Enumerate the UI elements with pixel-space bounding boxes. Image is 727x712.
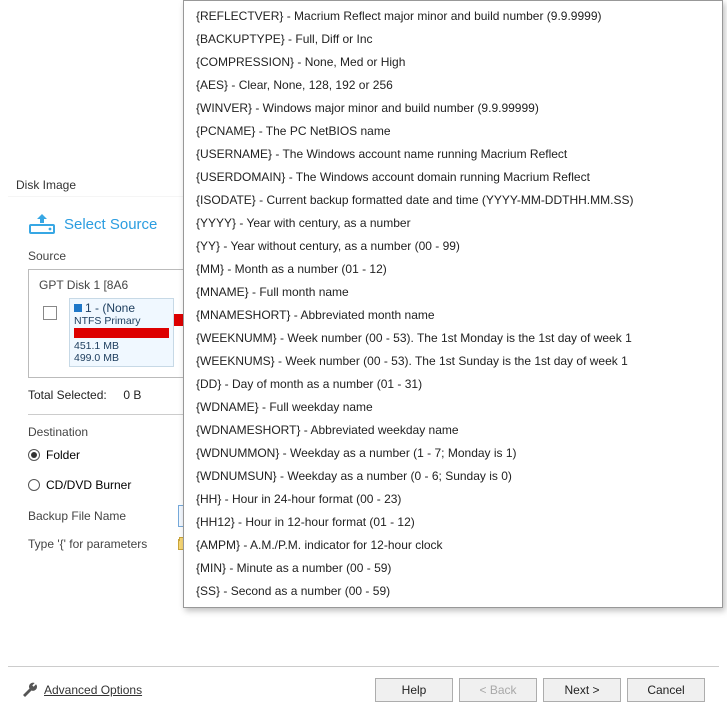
token-option[interactable]: {USERNAME} - The Windows account name ru… <box>184 143 722 166</box>
token-option[interactable]: {HH12} - Hour in 12-hour format (01 - 12… <box>184 511 722 534</box>
token-option[interactable]: {ISODATE} - Current backup formatted dat… <box>184 189 722 212</box>
partition-usage-bar <box>74 328 169 338</box>
advanced-options-link[interactable]: Advanced Options <box>44 683 142 697</box>
drive-arrow-icon <box>28 213 56 235</box>
params-hint: Type '{' for parameters <box>28 537 178 551</box>
token-option[interactable]: {SS} - Second as a number (00 - 59) <box>184 580 722 603</box>
partition-tile[interactable]: 1 - (None NTFS Primary 451.1 MB 499.0 MB <box>69 298 174 367</box>
token-option[interactable]: {HH} - Hour in 24-hour format (00 - 23) <box>184 488 722 511</box>
token-option[interactable]: {YYYY} - Year with century, as a number <box>184 212 722 235</box>
dialog-footer: Advanced Options Help < Back Next > Canc… <box>8 666 719 712</box>
token-option[interactable]: {WDNUMMON} - Weekday as a number (1 - 7;… <box>184 442 722 465</box>
token-option[interactable]: {BACKUPTYPE} - Full, Diff or Inc <box>184 28 722 51</box>
token-option[interactable]: {YY} - Year without century, as a number… <box>184 235 722 258</box>
filename-label: Backup File Name <box>28 509 178 523</box>
radio-selected-icon <box>28 449 40 461</box>
partition-fs: NTFS Primary <box>74 315 169 327</box>
token-option[interactable]: {PCNAME} - The PC NetBIOS name <box>184 120 722 143</box>
burner-radio-label: CD/DVD Burner <box>46 478 131 492</box>
token-option[interactable]: {DD} - Day of month as a number (01 - 31… <box>184 373 722 396</box>
token-option[interactable]: {MNAMESHORT} - Abbreviated month name <box>184 304 722 327</box>
token-option[interactable]: {AMPM} - A.M./P.M. indicator for 12-hour… <box>184 534 722 557</box>
token-option[interactable]: {WINVER} - Windows major minor and build… <box>184 97 722 120</box>
token-option[interactable]: {AES} - Clear, None, 128, 192 or 256 <box>184 74 722 97</box>
help-button[interactable]: Help <box>375 678 453 702</box>
token-option[interactable]: {MM} - Month as a number (01 - 12) <box>184 258 722 281</box>
total-selected-value: 0 B <box>123 388 141 402</box>
token-option[interactable]: {WDNAMESHORT} - Abbreviated weekday name <box>184 419 722 442</box>
partition-title: 1 - (None <box>85 301 135 315</box>
token-option[interactable]: {WDNUMSUN} - Weekday as a number (0 - 6;… <box>184 465 722 488</box>
back-button: < Back <box>459 678 537 702</box>
token-option[interactable]: {USERDOMAIN} - The Windows account domai… <box>184 166 722 189</box>
partition-used: 451.1 MB <box>74 340 169 352</box>
radio-unselected-icon <box>28 479 40 491</box>
next-button[interactable]: Next > <box>543 678 621 702</box>
cancel-button[interactable]: Cancel <box>627 678 705 702</box>
token-option[interactable]: {MNAME} - Full month name <box>184 281 722 304</box>
wrench-icon <box>22 682 38 698</box>
token-option[interactable]: {REFLECTVER} - Macrium Reflect major min… <box>184 5 722 28</box>
folder-radio-label: Folder <box>46 448 80 462</box>
token-option[interactable]: {WEEKNUMS} - Week number (00 - 53). The … <box>184 350 722 373</box>
windows-flag-icon <box>74 304 82 312</box>
partition-checkbox[interactable] <box>43 306 57 320</box>
select-source-label: Select Source <box>64 216 157 233</box>
token-option[interactable]: {WDNAME} - Full weekday name <box>184 396 722 419</box>
token-option[interactable]: {MIN} - Minute as a number (00 - 59) <box>184 557 722 580</box>
filename-token-dropdown[interactable]: {REFLECTVER} - Macrium Reflect major min… <box>183 0 723 608</box>
token-option[interactable]: {COMPRESSION} - None, Med or High <box>184 51 722 74</box>
partition-total: 499.0 MB <box>74 352 169 364</box>
total-selected-label: Total Selected: <box>28 388 107 402</box>
token-option[interactable]: {WEEKNUMM} - Week number (00 - 53). The … <box>184 327 722 350</box>
